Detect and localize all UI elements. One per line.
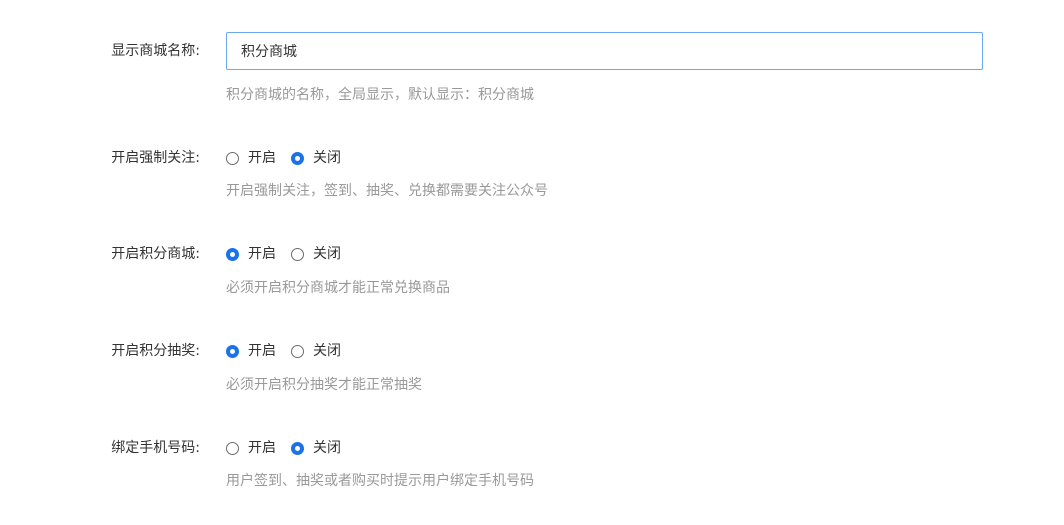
points-lottery-radio-group: 开启 关闭 [226,341,356,361]
radio-button-icon[interactable] [226,441,239,455]
points-lottery-help: 必须开启积分抽奖才能正常抽奖 [226,377,422,393]
radio-button-icon[interactable] [291,344,304,358]
radio-option-label: 开启 [248,440,276,456]
points-mall-option-on[interactable]: 开启 [226,244,276,264]
radio-button-icon[interactable] [291,247,304,261]
force-follow-option-on[interactable]: 开启 [226,148,276,168]
force-follow-label: 开启强制关注: [111,150,200,166]
bind-phone-help: 用户签到、抽奖或者购买时提示用户绑定手机号码 [226,473,534,489]
bind-phone-option-off[interactable]: 关闭 [291,438,341,458]
radio-button-checked-icon[interactable] [291,151,304,165]
points-mall-option-off[interactable]: 关闭 [291,244,341,264]
force-follow-option-off[interactable]: 关闭 [291,148,341,168]
radio-option-label: 关闭 [313,150,341,166]
radio-option-label: 关闭 [313,440,341,456]
radio-option-label: 关闭 [313,246,341,262]
force-follow-radio-group: 开启 关闭 [226,148,356,168]
radio-option-label: 开启 [248,150,276,166]
radio-button-icon[interactable] [226,151,239,165]
radio-option-label: 开启 [248,246,276,262]
points-lottery-label: 开启积分抽奖: [111,343,200,359]
radio-button-checked-icon[interactable] [291,441,304,455]
points-mall-radio-group: 开启 关闭 [226,244,356,264]
bind-phone-label: 绑定手机号码: [111,440,200,456]
points-mall-label: 开启积分商城: [111,246,200,262]
shop-name-label: 显示商城名称: [111,43,200,59]
shop-name-help: 积分商城的名称，全局显示，默认显示：积分商城 [226,87,534,103]
points-lottery-option-on[interactable]: 开启 [226,341,276,361]
points-lottery-option-off[interactable]: 关闭 [291,341,341,361]
radio-button-checked-icon[interactable] [226,344,239,358]
radio-option-label: 关闭 [313,343,341,359]
force-follow-help: 开启强制关注，签到、抽奖、兑换都需要关注公众号 [226,183,548,199]
points-mall-help: 必须开启积分商城才能正常兑换商品 [226,280,450,296]
radio-option-label: 开启 [248,343,276,359]
bind-phone-radio-group: 开启 关闭 [226,438,356,458]
radio-button-checked-icon[interactable] [226,247,239,261]
bind-phone-option-on[interactable]: 开启 [226,438,276,458]
shop-name-input[interactable] [226,32,983,70]
